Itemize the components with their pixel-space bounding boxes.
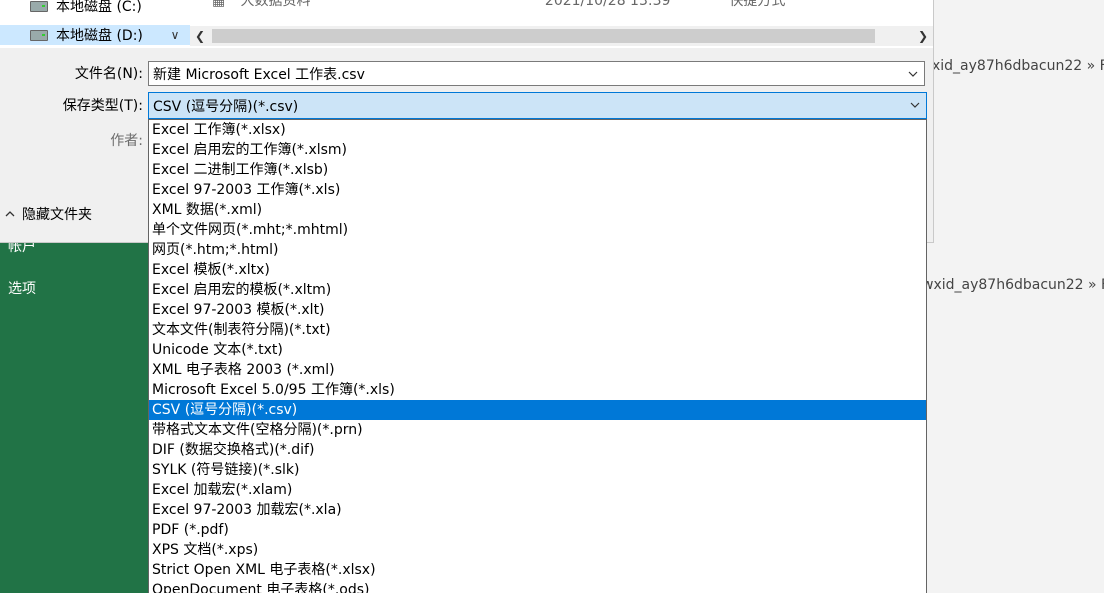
nav-item-label: 本地磁盘 (D:) [56, 28, 143, 44]
savetype-option[interactable]: Excel 97-2003 加载宏(*.xla) [149, 500, 926, 520]
savetype-option[interactable]: 单个文件网页(*.mht;*.mhtml) [149, 220, 926, 240]
scrollbar-thumb[interactable] [212, 29, 875, 43]
savetype-option[interactable]: 带格式文本文件(空格分隔)(*.prn) [149, 420, 926, 440]
savetype-option[interactable]: 文本文件(制表符分隔)(*.txt) [149, 320, 926, 340]
author-label: 作者: [110, 133, 143, 149]
chevron-down-icon[interactable] [908, 98, 922, 112]
backstage-item-options[interactable]: 选项 [8, 278, 36, 298]
savetype-option[interactable]: Excel 97-2003 模板(*.xlt) [149, 300, 926, 320]
file-list-row[interactable]: ▦ 大数据资料 2021/10/28 13:39 快捷方式 [212, 0, 785, 10]
savetype-option[interactable]: XML 数据(*.xml) [149, 200, 926, 220]
savetype-option[interactable]: Excel 工作簿(*.xlsx) [149, 120, 926, 140]
savetype-select[interactable]: CSV (逗号分隔)(*.csv) [148, 92, 927, 119]
savetype-option[interactable]: PDF (*.pdf) [149, 520, 926, 540]
savetype-label: 保存类型(T): [62, 98, 143, 114]
drive-icon [30, 29, 48, 41]
savetype-option[interactable]: OpenDocument 电子表格(*.ods) [149, 580, 926, 593]
savetype-option[interactable]: Excel 97-2003 工作簿(*.xls) [149, 180, 926, 200]
savetype-option[interactable]: Strict Open XML 电子表格(*.xlsx) [149, 560, 926, 580]
nav-item-drive-c[interactable]: 本地磁盘 (C:) [30, 0, 142, 16]
savetype-option[interactable]: Excel 加载宏(*.xlam) [149, 480, 926, 500]
savetype-option[interactable]: Excel 模板(*.xltx) [149, 260, 926, 280]
file-date: 2021/10/28 13:39 [544, 0, 671, 9]
chevron-down-icon[interactable]: ∨ [168, 28, 182, 44]
hide-folders-toggle[interactable]: 隐藏文件夹 [4, 204, 92, 224]
filename-field[interactable] [148, 61, 925, 86]
savetype-option[interactable]: DIF (数据交换格式)(*.dif) [149, 440, 926, 460]
shortcut-icon: ▦ [212, 0, 226, 9]
filename-input[interactable] [153, 62, 893, 85]
savetype-option[interactable]: Unicode 文本(*.txt) [149, 340, 926, 360]
savetype-value: CSV (逗号分隔)(*.csv) [153, 99, 299, 115]
file-name: 大数据资料 [240, 0, 311, 9]
savetype-option[interactable]: XPS 文档(*.xps) [149, 540, 926, 560]
savetype-option[interactable]: CSV (逗号分隔)(*.csv) [149, 400, 926, 420]
nav-item-label: 本地磁盘 (C:) [56, 0, 142, 15]
backstage-content [934, 0, 1104, 593]
savetype-dropdown-list: Excel 工作簿(*.xlsx) Excel 启用宏的工作簿(*.xlsm) Ex… [148, 119, 927, 593]
savetype-option[interactable]: Microsoft Excel 5.0/95 工作簿(*.xls) [149, 380, 926, 400]
chevron-up-icon [5, 211, 15, 217]
horizontal-scrollbar[interactable]: ❮ ❯ [190, 26, 933, 46]
savetype-option[interactable]: Excel 二进制工作簿(*.xlsb) [149, 160, 926, 180]
recent-path-2[interactable]: wxid_ay87h6dbacun22 » F [922, 277, 1104, 293]
savetype-option[interactable]: SYLK (符号链接)(*.slk) [149, 460, 926, 480]
recent-path-1[interactable]: xid_ay87h6dbacun22 » F [932, 58, 1104, 74]
filename-label: 文件名(N): [74, 66, 143, 82]
scroll-right-icon[interactable]: ❯ [913, 26, 933, 46]
savetype-option[interactable]: Excel 启用宏的模板(*.xltm) [149, 280, 926, 300]
drive-icon [30, 0, 48, 12]
savetype-option[interactable]: Excel 启用宏的工作簿(*.xlsm) [149, 140, 926, 160]
file-type: 快捷方式 [729, 0, 786, 9]
savetype-option[interactable]: XML 电子表格 2003 (*.xml) [149, 360, 926, 380]
hide-folders-label: 隐藏文件夹 [22, 207, 92, 223]
scroll-left-icon[interactable]: ❮ [190, 26, 210, 46]
savetype-option[interactable]: 网页(*.htm;*.html) [149, 240, 926, 260]
chevron-down-icon[interactable] [906, 67, 920, 81]
navigation-pane: 本地磁盘 (C:) 本地磁盘 (D:) ∨ [0, 0, 198, 48]
